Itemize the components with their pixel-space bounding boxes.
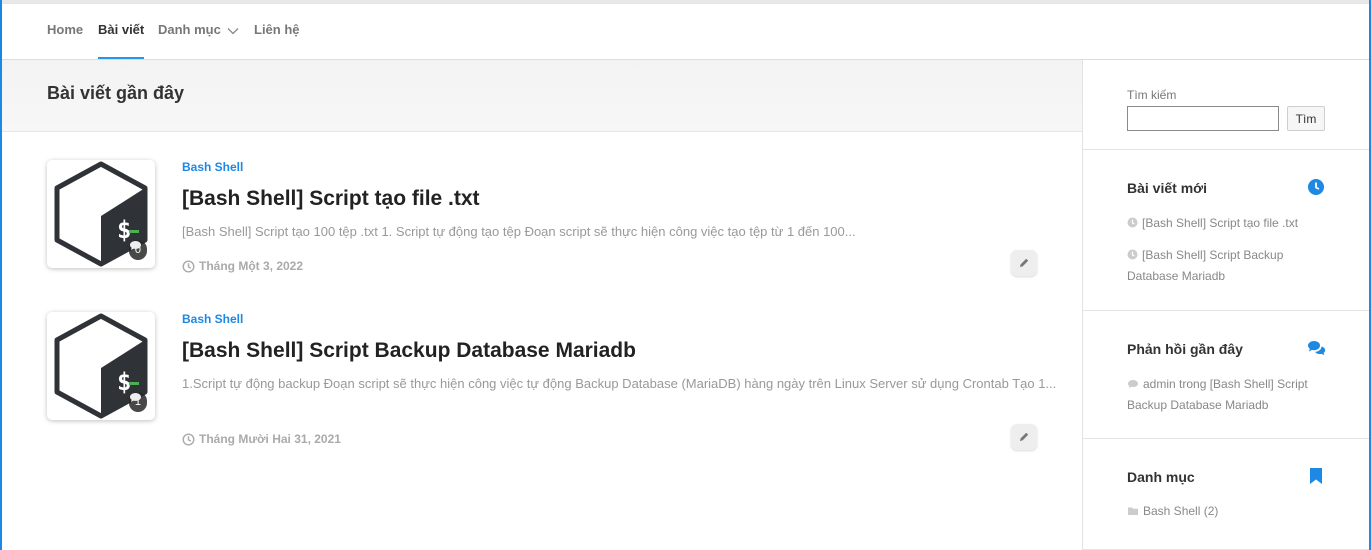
- folder-icon: [1128, 507, 1138, 515]
- sidebar-comment-link[interactable]: admin trong [Bash Shell] Script Backup D…: [1127, 374, 1327, 416]
- widget-title: Bài viết mới: [1127, 180, 1207, 196]
- post-category-link[interactable]: Bash Shell: [182, 312, 243, 326]
- recent-posts-widget: Bài viết mới [Bash Shell] Script tạo fil…: [1083, 150, 1369, 311]
- widget-title: Danh mục: [1127, 469, 1195, 485]
- post-title-link[interactable]: [Bash Shell] Script Backup Database Mari…: [182, 339, 636, 363]
- post-excerpt: 1.Script tự động backup Đoạn script sẽ t…: [182, 376, 1057, 391]
- search-label: Tìm kiếm: [1127, 88, 1177, 102]
- edit-post-button[interactable]: [1011, 250, 1037, 276]
- nav-item-label: Bài viết: [98, 22, 145, 37]
- search-button[interactable]: Tìm: [1287, 106, 1325, 131]
- clock-icon: [182, 432, 195, 446]
- nav-item-label: Home: [47, 22, 84, 37]
- nav-item-home[interactable]: Home: [47, 4, 83, 59]
- recent-comments-widget: Phản hồi gần đây admin trong [Bash Shell…: [1083, 311, 1369, 439]
- nav-item-label: Danh mục: [158, 22, 221, 37]
- main-header: Bài viết gần đây: [2, 60, 1082, 132]
- post-date-text: Tháng Một 3, 2022: [199, 259, 304, 273]
- post-thumbnail[interactable]: $ 0: [47, 160, 155, 268]
- sidebar-post-link-text[interactable]: [Bash Shell] Script tạo file .txt: [1142, 216, 1298, 230]
- post-excerpt: [Bash Shell] Script tạo 100 tệp .txt 1. …: [182, 224, 856, 239]
- bookmark-icon: [1310, 468, 1322, 484]
- post-date: Tháng Mười Hai 31, 2021: [182, 432, 341, 446]
- clock-icon: [1308, 179, 1324, 195]
- sidebar-post-link-text[interactable]: [Bash Shell] Script Backup Database Mari…: [1127, 248, 1283, 283]
- post-category-link[interactable]: Bash Shell: [182, 160, 243, 174]
- nav-item-categories[interactable]: Danh mục: [158, 4, 239, 59]
- pencil-icon: [1020, 432, 1029, 441]
- post-thumbnail[interactable]: $ 1: [47, 312, 155, 420]
- chevron-down-icon: [227, 5, 239, 57]
- nav-item-posts[interactable]: Bài viết: [98, 4, 145, 59]
- clock-icon: [182, 259, 195, 273]
- edit-post-button[interactable]: [1011, 424, 1037, 450]
- comment-icon: [129, 393, 141, 402]
- comment-count-badge: 1: [128, 392, 147, 412]
- sidebar-comment-text[interactable]: admin trong [Bash Shell] Script Backup D…: [1127, 377, 1308, 412]
- search-input[interactable]: [1127, 106, 1279, 131]
- comment-icon: [129, 241, 141, 250]
- category-name[interactable]: Bash Shell: [1143, 504, 1200, 518]
- sidebar: Tìm kiếm Tìm Bài viết mới [Bash Shell] S…: [1082, 60, 1369, 550]
- pencil-icon: [1020, 258, 1029, 267]
- widget-title: Phản hồi gần đây: [1127, 341, 1243, 357]
- sidebar-post-link[interactable]: [Bash Shell] Script Backup Database Mari…: [1127, 245, 1327, 287]
- comment-icon: [1128, 380, 1138, 388]
- post-title-link[interactable]: [Bash Shell] Script tạo file .txt: [182, 187, 480, 211]
- main-navigation: Home Bài viết Danh mục Liên hệ: [2, 4, 1369, 60]
- main-content: Bài viết gần đây $ 0 Bash Shell [Bash Sh…: [2, 60, 1082, 550]
- clock-icon: [1127, 217, 1138, 228]
- clock-icon: [1127, 249, 1138, 260]
- nav-item-contact[interactable]: Liên hệ: [254, 4, 300, 59]
- post-item: $ 1 Bash Shell [Bash Shell] Script Backu…: [47, 312, 1056, 450]
- post-date: Tháng Một 3, 2022: [182, 259, 303, 273]
- page-title: Bài viết gần đây: [47, 83, 185, 103]
- post-item: $ 0 Bash Shell [Bash Shell] Script tạo f…: [47, 160, 1037, 290]
- search-widget: Tìm kiếm Tìm: [1083, 60, 1369, 150]
- sidebar-post-link[interactable]: [Bash Shell] Script tạo file .txt: [1127, 213, 1327, 234]
- nav-item-label: Liên hệ: [254, 22, 300, 37]
- categories-widget: Danh mục Bash Shell (2): [1083, 439, 1369, 550]
- comments-icon: [1308, 341, 1326, 356]
- category-count: (2): [1203, 504, 1219, 518]
- sidebar-category-link[interactable]: Bash Shell (2): [1127, 501, 1327, 522]
- comment-count-badge: 0: [128, 240, 147, 260]
- post-date-text: Tháng Mười Hai 31, 2021: [199, 432, 341, 446]
